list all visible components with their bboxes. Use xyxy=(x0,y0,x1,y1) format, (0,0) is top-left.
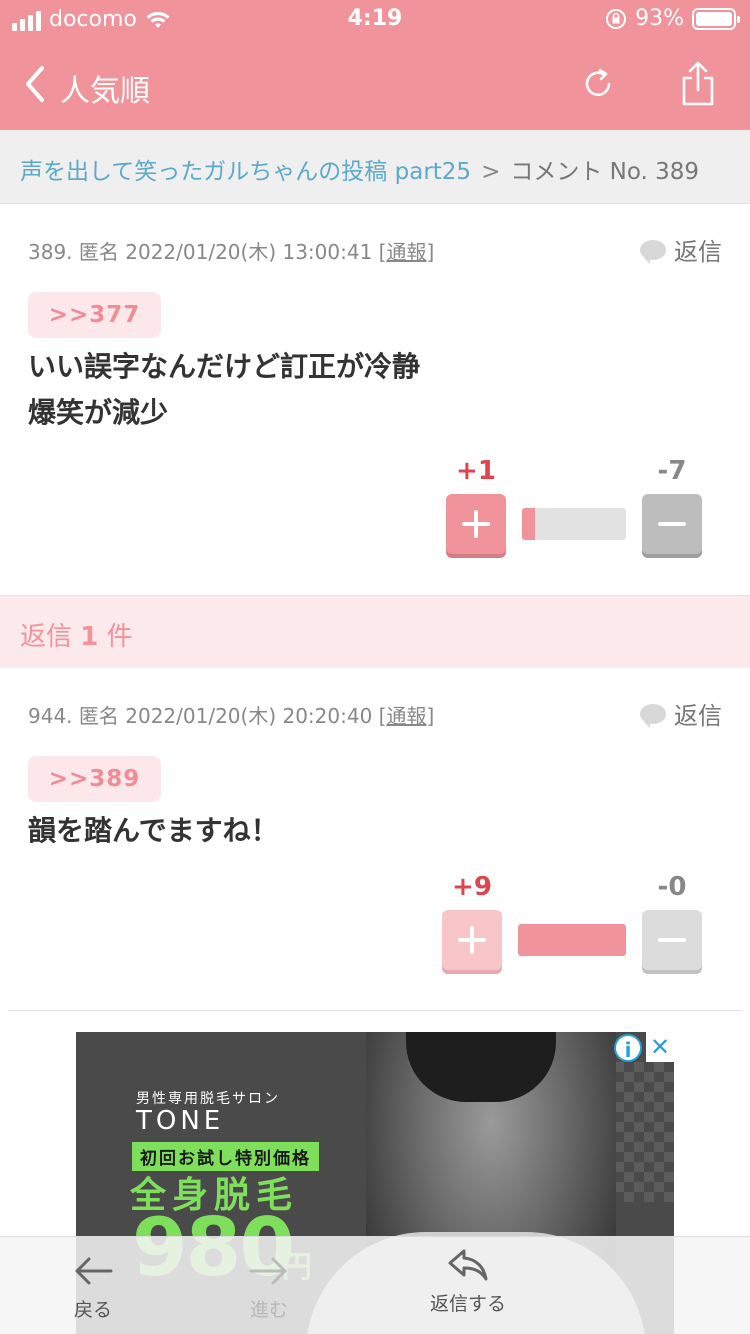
vote-ratio-fill xyxy=(518,924,626,956)
comment-item: 944. 匿名 2022/01/20(木) 20:20:40 [通報] 返信 >… xyxy=(0,668,750,1010)
plus-vote-button[interactable] xyxy=(442,910,502,970)
comment-meta: 389. 匿名 2022/01/20(木) 13:00:41 [通報] xyxy=(28,240,435,264)
vote-ratio-bar xyxy=(522,508,626,540)
reply-button[interactable]: 返信 xyxy=(640,232,722,267)
ad-info-icon[interactable]: i xyxy=(614,1034,642,1062)
breadcrumb-thread-link[interactable]: 声を出して笑ったガルちゃんの投稿 part25 xyxy=(20,159,471,185)
ad-close-icon[interactable]: ✕ xyxy=(646,1032,674,1062)
plus-count: +1 xyxy=(456,456,496,486)
comment-body: いい誤字なんだけど訂正が冷静 爆笑が減少 xyxy=(28,344,420,436)
reply-count-header: 返信 1 件 xyxy=(0,596,750,668)
anchor-link[interactable]: >>389 xyxy=(28,756,161,802)
vote-ratio-bar xyxy=(518,924,626,956)
minus-count: -7 xyxy=(657,456,687,486)
back-button[interactable]: 戻る xyxy=(56,1237,130,1334)
comment-author: 匿名 xyxy=(78,240,119,264)
comment-line: 爆笑が減少 xyxy=(28,396,169,429)
comment-line: いい誤字なんだけど訂正が冷静 xyxy=(28,350,421,383)
forward-label: 進む xyxy=(249,1299,288,1321)
reply-count-suffix: 件 xyxy=(106,622,133,652)
status-right: 93% xyxy=(605,6,740,31)
comment-date: 2022/01/20(木) 13:00:41 xyxy=(125,240,373,264)
comment-number: 944. xyxy=(28,704,73,728)
reply-button[interactable]: 返信 xyxy=(640,696,722,731)
divider xyxy=(8,1010,742,1011)
comment-line: 韻を踏んでますね！ xyxy=(28,814,279,847)
back-chevron-icon[interactable] xyxy=(16,62,56,106)
orientation-lock-icon xyxy=(606,8,627,29)
anchor-link[interactable]: >>377 xyxy=(28,292,161,338)
reload-icon[interactable] xyxy=(578,62,618,106)
report-link[interactable]: 通報 xyxy=(386,240,426,264)
ad-brand: TONE xyxy=(136,1106,225,1136)
plus-count: +9 xyxy=(452,872,492,902)
reply-label: 返信 xyxy=(674,702,722,730)
speech-bubble-icon xyxy=(640,703,666,728)
forward-button[interactable]: 進む xyxy=(232,1237,306,1334)
comment-date: 2022/01/20(木) 20:20:40 xyxy=(125,704,373,728)
breadcrumb-current: コメント No. 389 xyxy=(510,159,700,185)
reply-action-label: 返信する xyxy=(429,1293,506,1315)
status-bar: docomo 4:19 93% xyxy=(0,0,750,40)
speech-bubble-icon xyxy=(640,239,666,264)
reply-arrow-icon xyxy=(448,1249,488,1281)
forward-arrow-icon xyxy=(249,1257,287,1285)
plus-vote-button[interactable] xyxy=(446,494,506,554)
ad-salon-text: 男性専用脱毛サロン xyxy=(136,1091,280,1107)
minus-vote-button[interactable] xyxy=(642,910,702,970)
page-title: 人気順 xyxy=(60,74,150,109)
reply-count-number: 1 xyxy=(80,622,99,652)
reply-action-button[interactable]: 返信する xyxy=(418,1237,518,1334)
battery-icon xyxy=(692,7,740,30)
reply-label: 返信 xyxy=(674,238,722,266)
battery-percent: 93% xyxy=(635,6,684,31)
vote-ratio-fill xyxy=(522,508,535,540)
app-header: docomo 4:19 93% 人気順 xyxy=(0,0,750,130)
back-label: 戻る xyxy=(73,1299,112,1321)
bottom-toolbar: 戻る 進む 返信する xyxy=(0,1236,750,1334)
reply-count-prefix: 返信 xyxy=(20,622,73,652)
breadcrumb-separator: > xyxy=(481,159,501,185)
nav-bar: 人気順 xyxy=(0,40,750,130)
minus-vote-button[interactable] xyxy=(642,494,702,554)
comment-body: 韻を踏んでますね！ xyxy=(28,808,279,854)
comment-item: 389. 匿名 2022/01/20(木) 13:00:41 [通報] 返信 >… xyxy=(0,204,750,596)
breadcrumb: 声を出して笑ったガルちゃんの投稿 part25 > コメント No. 389 xyxy=(0,130,750,204)
back-arrow-icon xyxy=(75,1257,113,1285)
share-icon[interactable] xyxy=(676,60,720,108)
comment-author: 匿名 xyxy=(78,704,119,728)
comment-number: 389. xyxy=(28,240,73,264)
comment-meta: 944. 匿名 2022/01/20(木) 20:20:40 [通報] xyxy=(28,704,435,728)
minus-count: -0 xyxy=(657,872,687,902)
report-link[interactable]: 通報 xyxy=(386,704,426,728)
